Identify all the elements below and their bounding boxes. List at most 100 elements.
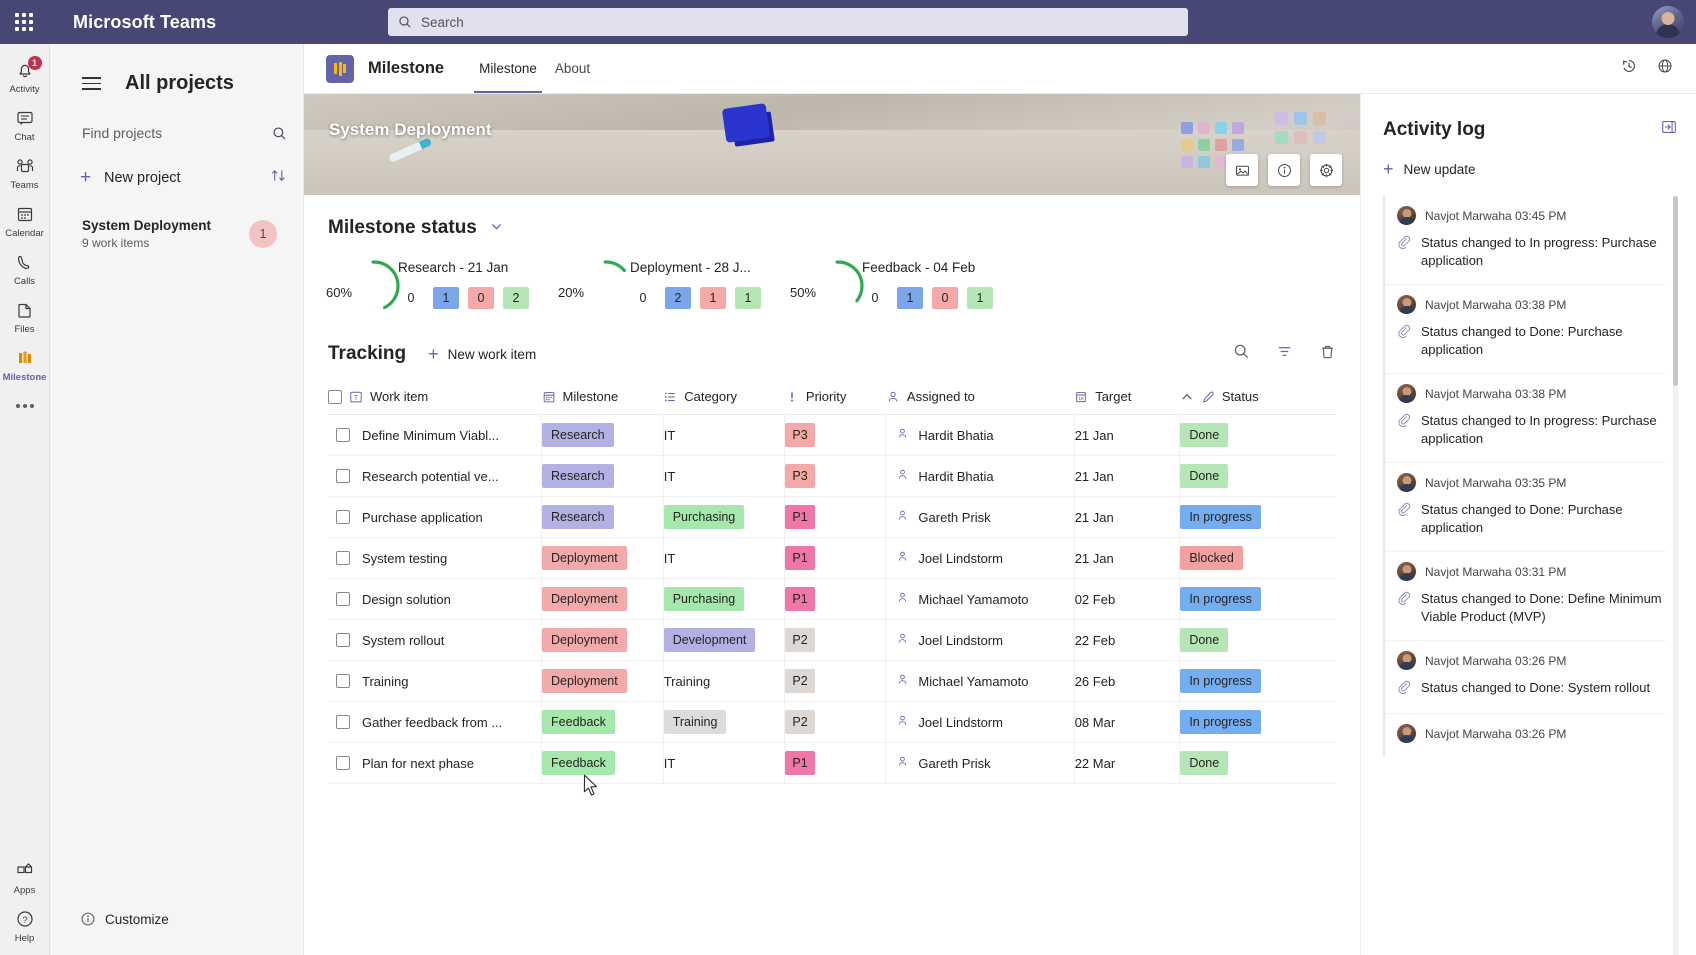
cell-work-item[interactable]: Research potential ve... — [328, 455, 543, 497]
activity-log-scrollbar-thumb[interactable] — [1673, 196, 1678, 386]
column-header-target[interactable]: 18 Target — [1074, 383, 1180, 415]
user-avatar[interactable] — [1652, 6, 1684, 38]
column-header-priority[interactable]: Priority — [784, 383, 886, 415]
cell-work-item[interactable]: Design solution — [328, 578, 543, 620]
column-header-work-item[interactable]: T Work item — [328, 383, 542, 415]
gear-icon[interactable] — [1310, 154, 1342, 186]
customize-button[interactable]: Customize — [50, 911, 303, 955]
cell-priority[interactable]: P2 — [784, 660, 887, 702]
cell-milestone[interactable]: Feedback — [541, 701, 664, 743]
cell-assigned-to[interactable]: Gareth Prisk — [885, 742, 1075, 784]
cell-status[interactable]: Blocked — [1179, 537, 1336, 579]
sidebar-item-chat[interactable]: Chat — [0, 100, 50, 148]
cell-status[interactable]: In progress — [1179, 660, 1336, 702]
cell-assigned-to[interactable]: Michael Yamamoto — [885, 578, 1075, 620]
select-all-checkbox[interactable] — [328, 389, 342, 404]
activity-entry[interactable]: Navjot Marwaha 03:45 PM Status changed t… — [1383, 196, 1666, 284]
cell-milestone[interactable]: Research — [541, 455, 664, 497]
cell-target[interactable]: 02 Feb — [1074, 578, 1181, 620]
sidebar-item-calls[interactable]: Calls — [0, 244, 50, 292]
row-checkbox[interactable] — [336, 551, 350, 565]
cell-milestone[interactable]: Feedback — [541, 742, 664, 784]
cell-work-item[interactable]: Purchase application — [328, 496, 543, 538]
table-row[interactable]: Design solution Deployment Purchasing P1… — [328, 578, 1336, 620]
more-horizontal-icon[interactable] — [15, 388, 34, 424]
cell-assigned-to[interactable]: Joel Lindstorm — [885, 701, 1075, 743]
table-row[interactable]: Training Deployment Training P2 Michael … — [328, 660, 1336, 702]
cell-category[interactable]: Purchasing — [663, 496, 786, 538]
find-projects-input[interactable]: Find projects — [82, 125, 287, 145]
filter-icon[interactable] — [1276, 343, 1293, 365]
table-row[interactable]: Gather feedback from ... Feedback Traini… — [328, 701, 1336, 743]
cell-category[interactable]: Training — [663, 660, 786, 702]
cell-assigned-to[interactable]: Michael Yamamoto — [885, 660, 1075, 702]
cell-status[interactable]: In progress — [1179, 701, 1336, 743]
row-checkbox[interactable] — [336, 674, 350, 688]
cell-priority[interactable]: P2 — [784, 619, 887, 661]
cell-target[interactable]: 21 Jan — [1074, 455, 1181, 497]
cell-category[interactable]: Development — [663, 619, 786, 661]
row-checkbox[interactable] — [336, 428, 350, 442]
cell-work-item[interactable]: Define Minimum Viabl... — [328, 414, 543, 456]
activity-entry[interactable]: Navjot Marwaha 03:26 PM — [1383, 713, 1666, 757]
cell-priority[interactable]: P1 — [784, 742, 887, 784]
cell-assigned-to[interactable]: Joel Lindstorm — [885, 537, 1075, 579]
cell-milestone[interactable]: Deployment — [541, 660, 664, 702]
cell-assigned-to[interactable]: Hardit Bhatia — [885, 455, 1075, 497]
cell-milestone[interactable]: Research — [541, 414, 664, 456]
cell-status[interactable]: Done — [1179, 455, 1336, 497]
cell-target[interactable]: 22 Mar — [1074, 742, 1181, 784]
cell-priority[interactable]: P1 — [784, 537, 887, 579]
table-row[interactable]: Define Minimum Viabl... Research IT P3 H… — [328, 414, 1336, 456]
cell-milestone[interactable]: Research — [541, 496, 664, 538]
cell-target[interactable]: 22 Feb — [1074, 619, 1181, 661]
tab-milestone[interactable]: Milestone — [470, 44, 546, 93]
column-header-category[interactable]: Category — [663, 383, 785, 415]
cell-assigned-to[interactable]: Hardit Bhatia — [885, 414, 1075, 456]
cell-milestone[interactable]: Deployment — [541, 619, 664, 661]
info-icon[interactable] — [1268, 154, 1300, 186]
row-checkbox[interactable] — [336, 592, 350, 606]
cell-status[interactable]: In progress — [1179, 578, 1336, 620]
sidebar-item-apps[interactable]: Apps — [0, 853, 50, 901]
cell-target[interactable]: 21 Jan — [1074, 414, 1181, 456]
cell-priority[interactable]: P2 — [784, 701, 887, 743]
activity-entry[interactable]: Navjot Marwaha 03:35 PM Status changed t… — [1383, 462, 1666, 551]
cell-milestone[interactable]: Deployment — [541, 537, 664, 579]
activity-entry[interactable]: Navjot Marwaha 03:26 PM Status changed t… — [1383, 640, 1666, 713]
cell-milestone[interactable]: Deployment — [541, 578, 664, 620]
new-project-button[interactable]: + New project — [80, 167, 287, 188]
cell-status[interactable]: Done — [1179, 414, 1336, 456]
sort-icon[interactable] — [270, 167, 287, 188]
search-bar[interactable]: Search — [388, 8, 1188, 36]
search-icon[interactable] — [1233, 343, 1250, 365]
app-launcher-icon[interactable] — [0, 13, 48, 31]
cell-category[interactable]: IT — [663, 742, 786, 784]
column-header-milestone[interactable]: Milestone — [541, 383, 664, 415]
row-checkbox[interactable] — [336, 715, 350, 729]
cell-target[interactable]: 26 Feb — [1074, 660, 1181, 702]
cell-work-item[interactable]: System testing — [328, 537, 543, 579]
sidebar-item-help[interactable]: ? Help — [0, 901, 50, 949]
row-checkbox[interactable] — [336, 756, 350, 770]
new-update-button[interactable]: + New update — [1361, 141, 1696, 180]
tab-about[interactable]: About — [546, 44, 599, 93]
table-row[interactable]: Plan for next phase Feedback IT P1 Garet… — [328, 742, 1336, 784]
cell-category[interactable]: Purchasing — [663, 578, 786, 620]
project-list-item[interactable]: System Deployment 9 work items 1 — [50, 210, 291, 258]
cell-priority[interactable]: P3 — [784, 414, 887, 456]
column-header-assigned-to[interactable]: Assigned to — [885, 383, 1075, 415]
table-row[interactable]: Research potential ve... Research IT P3 … — [328, 455, 1336, 497]
row-checkbox[interactable] — [336, 633, 350, 647]
cell-target[interactable]: 08 Mar — [1074, 701, 1181, 743]
expand-panel-icon[interactable] — [1660, 118, 1678, 141]
activity-entry[interactable]: Navjot Marwaha 03:38 PM Status changed t… — [1383, 284, 1666, 373]
cell-work-item[interactable]: System rollout — [328, 619, 543, 661]
cell-status[interactable]: Done — [1179, 619, 1336, 661]
search-icon[interactable] — [272, 126, 287, 141]
row-checkbox[interactable] — [336, 510, 350, 524]
table-row[interactable]: Purchase application Research Purchasing… — [328, 496, 1336, 538]
cell-work-item[interactable]: Training — [328, 660, 543, 702]
table-row[interactable]: System rollout Deployment Development P2… — [328, 619, 1336, 661]
activity-entry[interactable]: Navjot Marwaha 03:38 PM Status changed t… — [1383, 373, 1666, 462]
